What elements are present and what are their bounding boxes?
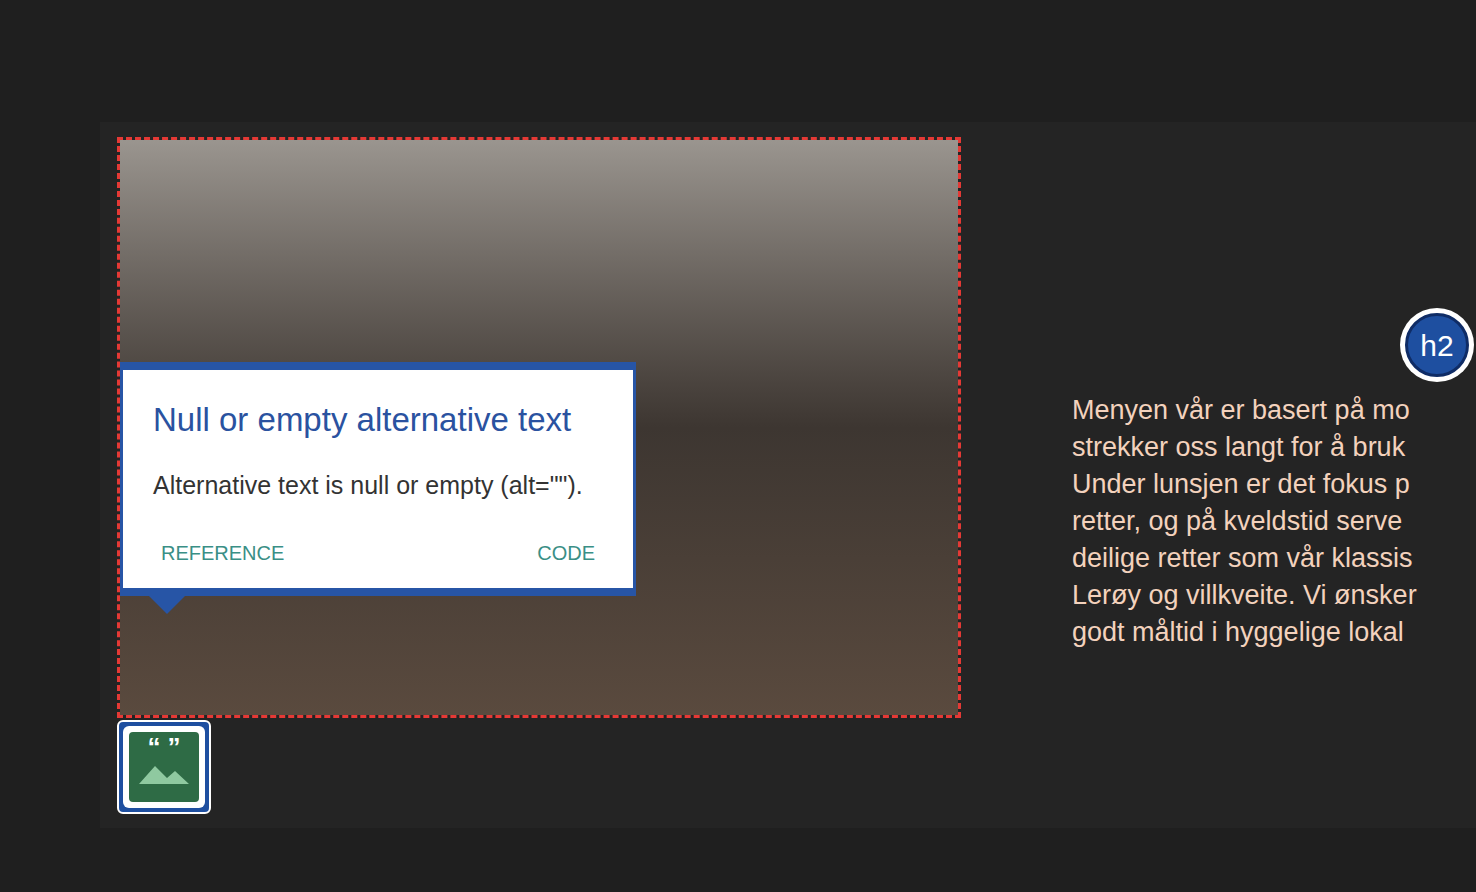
tooltip-body: Alternative text is null or empty (alt="… <box>153 466 603 504</box>
image-frame[interactable]: Null or empty alternative text Alternativ… <box>117 137 961 718</box>
paragraph-line: godt måltid i hyggelige lokal <box>1072 614 1476 651</box>
mountain-icon <box>139 762 189 784</box>
paragraph-line: Under lunsjen er det fokus p <box>1072 466 1476 503</box>
paragraph-line: retter, og på kveldstid serve <box>1072 503 1476 540</box>
alt-badge-ring: “ ” <box>123 726 205 808</box>
page: Null or empty alternative text Alternativ… <box>0 0 1476 892</box>
text-column: h2 Menyen vår er basert på mostrekker oss… <box>961 122 1476 828</box>
paragraph-line: strekker oss langt for å bruk <box>1072 429 1476 466</box>
issue-tooltip: Null or empty alternative text Alternativ… <box>120 362 636 596</box>
image-column: Null or empty alternative text Alternativ… <box>100 122 961 828</box>
paragraph-line: deilige retter som vår klassis <box>1072 540 1476 577</box>
image-alt-icon: “ ” <box>129 732 199 802</box>
tooltip-link[interactable]: CODE <box>537 538 595 568</box>
tooltip-arrow <box>149 596 185 614</box>
paragraph-line: Lerøy og villkveite. Vi ønsker <box>1072 577 1476 614</box>
tooltip-title: Null or empty alternative text <box>153 400 603 440</box>
quote-marks: “ ” <box>147 736 180 758</box>
tooltip-link[interactable]: REFERENCE <box>161 538 284 568</box>
heading-level: h2 <box>1420 323 1453 368</box>
paragraph: Menyen vår er basert på mostrekker oss l… <box>1072 392 1476 651</box>
heading-badge[interactable]: h2 <box>1400 308 1474 382</box>
content-section: Null or empty alternative text Alternativ… <box>100 122 1476 828</box>
tooltip-actions: REFERENCE CODE <box>153 538 603 568</box>
alt-text-badge[interactable]: “ ” <box>117 720 211 814</box>
paragraph-line: Menyen vår er basert på mo <box>1072 392 1476 429</box>
